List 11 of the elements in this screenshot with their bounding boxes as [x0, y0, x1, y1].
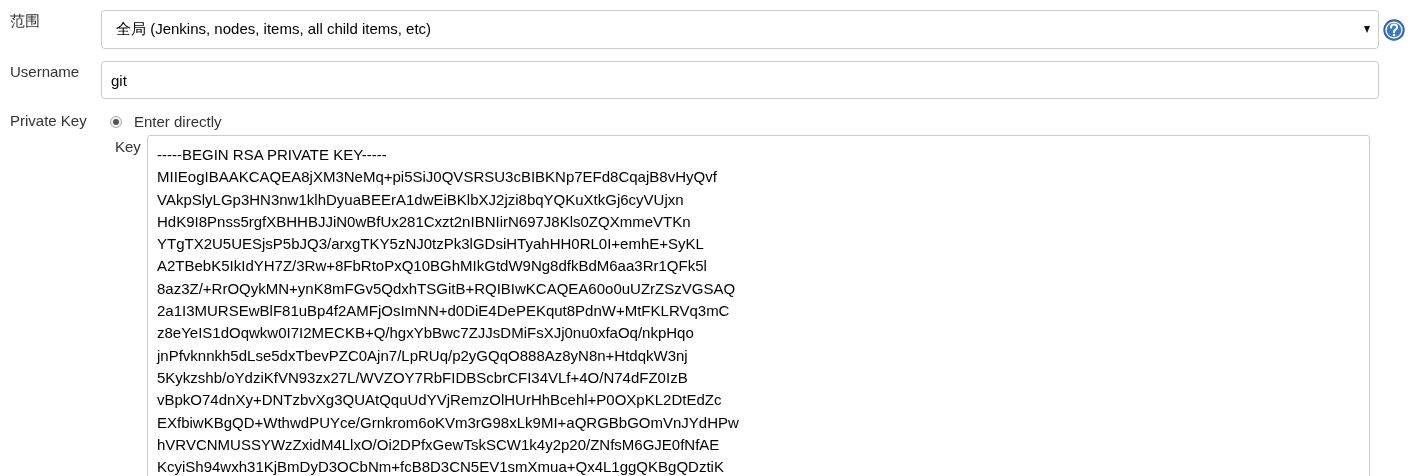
- radio-button[interactable]: [110, 115, 122, 128]
- field-label: Key: [115, 137, 142, 155]
- option-label: Enter directly: [134, 113, 222, 130]
- field-label: Private Key: [10, 111, 88, 129]
- help-icon[interactable]: [1383, 19, 1405, 41]
- scope-select[interactable]: 全局 (Jenkins, nodes, items, all child items, etc): [101, 10, 1379, 49]
- field-label: Username: [10, 62, 81, 80]
- field-label: 范围: [10, 11, 41, 31]
- key-field[interactable]: -----BEGIN RSA PRIVATE KEY----- MIIEogIBAAKCAQEA8jXM3NeMq+pi5SiJ0QVSRSU3cBIBKNp7EFd8CqajB8vHyQvf VAkpSlyLGp3HN3nw1klhDyuaBEErA1dwEiBKlbXJ2jzi8bqYQKuXtkGj6cyVUjxn HdK9I8Pnss5rgfXBHHBJJiN0wBfUx281Cxzt2nIBNIirN697J8Kls0ZQXmmeVTKn YTgTX2U5UESjsP5bJQ3/arxgTKY5zNJ0tzPk3lGDsiHTyahHH0RL0I+emhE+SyKL A2TBebK5IkIdYH7Z/3Rw+8FbRtoPxQ10BGhMIkGtdW9Ng8dfkBdM6aa3Rr1QFk5l 8az3Z/+RrOQykMN+ynK8mFGv5QdxhTSGitB+RQIBIwKCAQEA60o0uUZrZSzVGSAQ 2a1I3MURSEwBlF81uBp4f2AMFjOsImNN+d0DiE4DePEKqut8PdnW+MtFKLRVq3mC z8eYeIS1dOqwkw0I7I2MECKB+Q/hgxYbBwc7ZJJsDMiFsXJj0nu0xfaOq/nkpHqo jnPfvknnkh5dLse5dxTbevPZC0Ajn7/LpRUq/p2yGQqO888Az8yN8n+HtdqkW3nj 5Kykzshb/oYdziKfVN93zx27L/WVZOY7RbFIDBScbrCFI34VLf+4O/N74dFZ0IzB vBpkO74dnXy+DNTzbvXg3QUAtQquUdYVjRemzOlHUrHhBcehl+P0OXpKL2DtEdZc EXfbiwKBgQD+WthwdPUYce/Grnkrom6oKVm3rG98xLk9MI+aQRGBbGOmVnJYdHPw hVRVCNMUSSYWzZxidM4LlxO/Oi2DPfxGewTskSCW1k4y2p20/ZNfsM6GJE0fNfAE KcyiSh94wxh31KjBmDyD3OCbNm+fcB8D3CN5EV1smXmua+Qx4L1ggQKBgQDztiK: [147, 135, 1370, 476]
- username-field[interactable]: git: [101, 61, 1379, 99]
- caret-icon: [1364, 26, 1370, 33]
